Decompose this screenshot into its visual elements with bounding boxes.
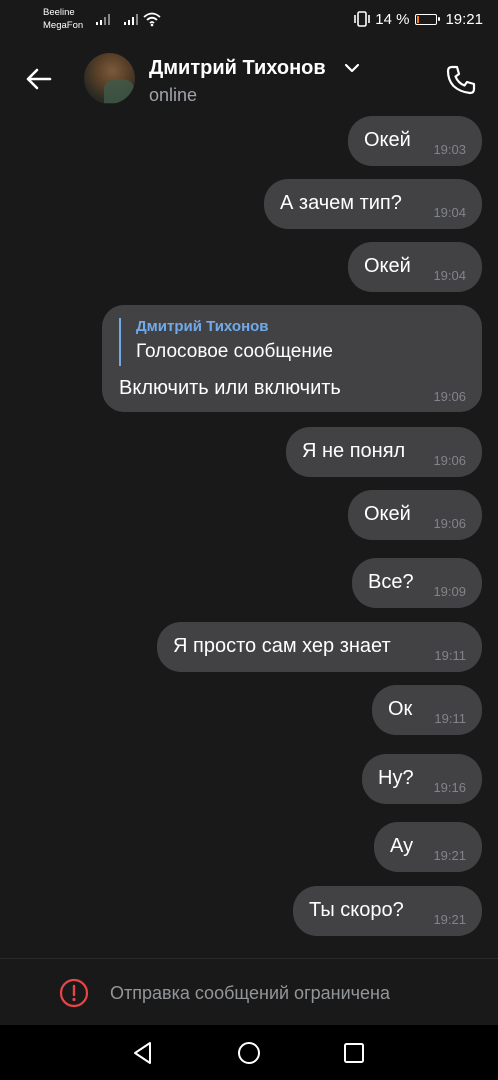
contact-status: online bbox=[149, 85, 198, 105]
back-arrow-icon[interactable] bbox=[22, 62, 56, 96]
message-bubble[interactable]: Ау 19:21 bbox=[374, 822, 482, 872]
message-time: 19:21 bbox=[433, 848, 466, 863]
chat-header: Дмитрий Тихонов online bbox=[0, 40, 498, 118]
message-text: Ок bbox=[388, 698, 413, 720]
message-time: 19:11 bbox=[434, 648, 466, 663]
nav-back-icon[interactable] bbox=[130, 1040, 156, 1066]
message-text: Ты скоро? bbox=[309, 899, 404, 921]
vibrate-icon bbox=[354, 11, 371, 27]
nav-home-icon[interactable] bbox=[236, 1040, 262, 1066]
nav-recents-icon[interactable] bbox=[341, 1040, 367, 1066]
wifi-icon bbox=[143, 12, 161, 27]
message-text: Я не понял bbox=[302, 440, 406, 462]
message-text: Окей bbox=[364, 129, 411, 151]
battery-percent: 14 % bbox=[375, 10, 410, 28]
message-bubble[interactable]: Я просто сам хер знает 19:11 bbox=[157, 622, 482, 672]
message-text: Ау bbox=[390, 835, 414, 857]
message-text: А зачем тип? bbox=[280, 192, 402, 214]
send-restricted-bar: Отправка сообщений ограничена bbox=[0, 958, 498, 1025]
message-time: 19:09 bbox=[433, 584, 466, 599]
message-time: 19:04 bbox=[433, 268, 466, 283]
message-bubble[interactable]: Окей 19:03 bbox=[348, 116, 482, 166]
message-time: 19:16 bbox=[433, 780, 466, 795]
message-bubble[interactable]: Ну? 19:16 bbox=[362, 754, 482, 804]
reply-text: Голосовое сообщение bbox=[136, 341, 333, 362]
carrier-2: MegaFon bbox=[43, 20, 84, 31]
message-bubble[interactable]: Я не понял 19:06 bbox=[286, 427, 482, 477]
clock: 19:21 bbox=[445, 10, 483, 28]
message-text: Включить или включить bbox=[119, 377, 341, 399]
message-text: Окей bbox=[364, 255, 411, 277]
message-bubble[interactable]: А зачем тип? 19:04 bbox=[264, 179, 482, 229]
phone-icon[interactable] bbox=[444, 63, 478, 97]
message-time: 19:04 bbox=[433, 205, 466, 220]
restriction-text: Отправка сообщений ограничена bbox=[110, 983, 390, 1003]
message-text: Все? bbox=[368, 571, 414, 593]
message-bubble[interactable]: Ты скоро? 19:21 bbox=[293, 886, 482, 936]
system-nav-bar bbox=[0, 1025, 498, 1080]
status-right: 14 % 19:21 bbox=[349, 9, 483, 29]
message-bubble[interactable]: Окей 19:04 bbox=[348, 242, 482, 292]
carrier-1: Beeline bbox=[43, 7, 75, 18]
reply-author: Дмитрий Тихонов bbox=[136, 318, 269, 335]
message-time: 19:06 bbox=[433, 516, 466, 531]
message-bubble[interactable]: Ок 19:11 bbox=[372, 685, 482, 735]
message-time: 19:03 bbox=[433, 142, 466, 157]
message-time: 19:06 bbox=[433, 453, 466, 468]
battery-fill bbox=[417, 15, 420, 23]
message-time: 19:06 bbox=[433, 389, 466, 404]
contact-name[interactable]: Дмитрий Тихонов bbox=[149, 57, 326, 80]
message-bubble-reply[interactable]: Дмитрий Тихонов Голосовое сообщение Вклю… bbox=[102, 305, 482, 412]
warning-icon bbox=[59, 978, 89, 1008]
status-bar: Beeline MegaFon 14 % 19:21 bbox=[0, 0, 498, 40]
message-bubble[interactable]: Все? 19:09 bbox=[352, 558, 482, 608]
message-text: Ну? bbox=[378, 767, 414, 789]
chevron-down-icon[interactable] bbox=[344, 62, 360, 74]
avatar[interactable] bbox=[84, 53, 135, 104]
message-time: 19:21 bbox=[433, 912, 466, 927]
message-text: Окей bbox=[364, 503, 411, 525]
message-bubble[interactable]: Окей 19:06 bbox=[348, 490, 482, 540]
signal-icon-2 bbox=[124, 14, 138, 25]
message-time: 19:11 bbox=[434, 711, 466, 726]
signal-icon bbox=[96, 14, 110, 25]
battery-icon bbox=[415, 13, 441, 25]
carrier-labels: Beeline MegaFon bbox=[43, 6, 83, 32]
reply-quote[interactable]: Дмитрий Тихонов Голосовое сообщение bbox=[119, 318, 333, 366]
message-text: Я просто сам хер знает bbox=[173, 635, 391, 657]
